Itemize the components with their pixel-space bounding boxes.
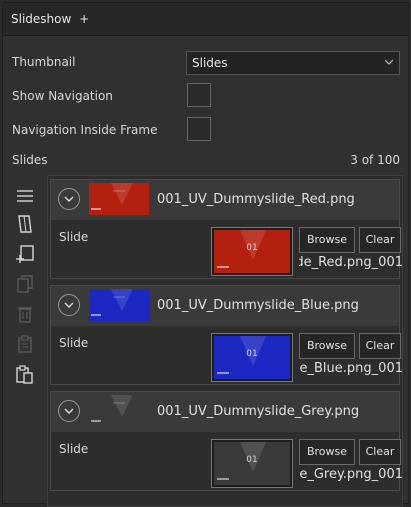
thumbnail-label: Thumbnail bbox=[12, 55, 76, 69]
thumbnail-select[interactable]: Slides bbox=[186, 51, 400, 75]
slide-card-header[interactable]: 001_UV_Dummyslide_Grey.png bbox=[51, 392, 399, 432]
navigation-inside-frame-checkbox[interactable] bbox=[187, 117, 211, 141]
slide-preview: 01 bbox=[211, 439, 293, 488]
slides-list: 001_UV_Dummyslide_Red.png Slide 01 Browse Cl… bbox=[47, 175, 403, 507]
panel-title-text: Slideshow bbox=[11, 12, 72, 26]
browse-button[interactable]: Browse bbox=[299, 333, 355, 359]
delete-icon[interactable] bbox=[15, 304, 35, 324]
browse-button[interactable]: Browse bbox=[299, 227, 355, 253]
slide-preview-image: 01 bbox=[214, 336, 290, 379]
browse-button[interactable]: Browse bbox=[299, 439, 355, 465]
thumbnail-select-value: Slides bbox=[192, 56, 228, 70]
collapse-toggle[interactable] bbox=[58, 188, 80, 210]
drag-handle-icon[interactable] bbox=[15, 186, 35, 206]
slide-thumbnail-image bbox=[89, 395, 149, 427]
copy-icon[interactable] bbox=[15, 274, 35, 294]
slide-path: 001_UV_Dummyslide_Red.png bbox=[299, 255, 403, 270]
chevron-down-icon bbox=[64, 302, 74, 308]
slide-thumbnail-image bbox=[89, 289, 149, 321]
clear-button[interactable]: Clear bbox=[359, 333, 401, 359]
clipboard-icon[interactable] bbox=[15, 334, 35, 354]
panel-title: Slideshow + bbox=[11, 12, 89, 26]
slide-field-label: Slide bbox=[59, 336, 89, 350]
collapse-toggle[interactable] bbox=[58, 294, 80, 316]
slide-path: 001_UV_Dummyslide_Blue.png bbox=[299, 361, 403, 376]
slide-preview-number: 01 bbox=[246, 349, 257, 359]
slide-card-header[interactable]: 001_UV_Dummyslide_Red.png bbox=[51, 180, 399, 220]
panel-header[interactable]: Slideshow + bbox=[3, 3, 408, 36]
slide-thumbnail bbox=[89, 395, 149, 427]
slide-path: 001_UV_Dummyslide_Grey.png bbox=[299, 467, 403, 482]
slide-field-label: Slide bbox=[59, 442, 89, 456]
show-navigation-checkbox[interactable] bbox=[187, 83, 211, 107]
slide-card: 001_UV_Dummyslide_Blue.png Slide 01 Browse C… bbox=[50, 285, 403, 385]
slides-label: Slides bbox=[12, 153, 48, 167]
slide-thumbnail bbox=[89, 289, 149, 321]
slide-preview-number: 01 bbox=[246, 243, 257, 253]
slide-thumbnail-image bbox=[89, 183, 149, 215]
slide-thumbnail bbox=[89, 183, 149, 215]
slide-filename: 001_UV_Dummyslide_Blue.png bbox=[157, 298, 359, 313]
slide-field-label: Slide bbox=[59, 230, 89, 244]
new-page-icon[interactable] bbox=[15, 214, 35, 234]
clear-button[interactable]: Clear bbox=[359, 439, 401, 465]
chevron-down-icon bbox=[64, 196, 74, 202]
collapse-toggle[interactable] bbox=[58, 400, 80, 422]
slide-preview-image: 01 bbox=[214, 230, 290, 273]
paste-icon[interactable] bbox=[15, 364, 35, 384]
slide-filename: 001_UV_Dummyslide_Red.png bbox=[157, 192, 355, 207]
slide-preview-number: 01 bbox=[246, 455, 257, 465]
slides-count: 3 of 100 bbox=[350, 153, 400, 167]
clear-button[interactable]: Clear bbox=[359, 227, 401, 253]
slide-preview: 01 bbox=[211, 333, 293, 382]
slide-card: 001_UV_Dummyslide_Grey.png Slide 01 Browse C… bbox=[50, 391, 403, 491]
navigation-inside-frame-label: Navigation Inside Frame bbox=[12, 123, 158, 137]
slide-card: 001_UV_Dummyslide_Red.png Slide 01 Browse Cl… bbox=[50, 179, 403, 279]
slide-preview-image: 01 bbox=[214, 442, 290, 485]
add-page-icon[interactable] bbox=[15, 244, 35, 264]
slideshow-panel: Slideshow + Thumbnail Slides Show Naviga… bbox=[2, 2, 409, 507]
slide-preview: 01 bbox=[211, 227, 293, 276]
show-navigation-label: Show Navigation bbox=[12, 89, 113, 103]
panel-plus[interactable]: + bbox=[79, 12, 89, 26]
chevron-down-icon bbox=[385, 59, 393, 65]
chevron-down-icon bbox=[64, 408, 74, 414]
slide-filename: 001_UV_Dummyslide_Grey.png bbox=[157, 404, 360, 419]
slide-card-header[interactable]: 001_UV_Dummyslide_Blue.png bbox=[51, 286, 399, 326]
